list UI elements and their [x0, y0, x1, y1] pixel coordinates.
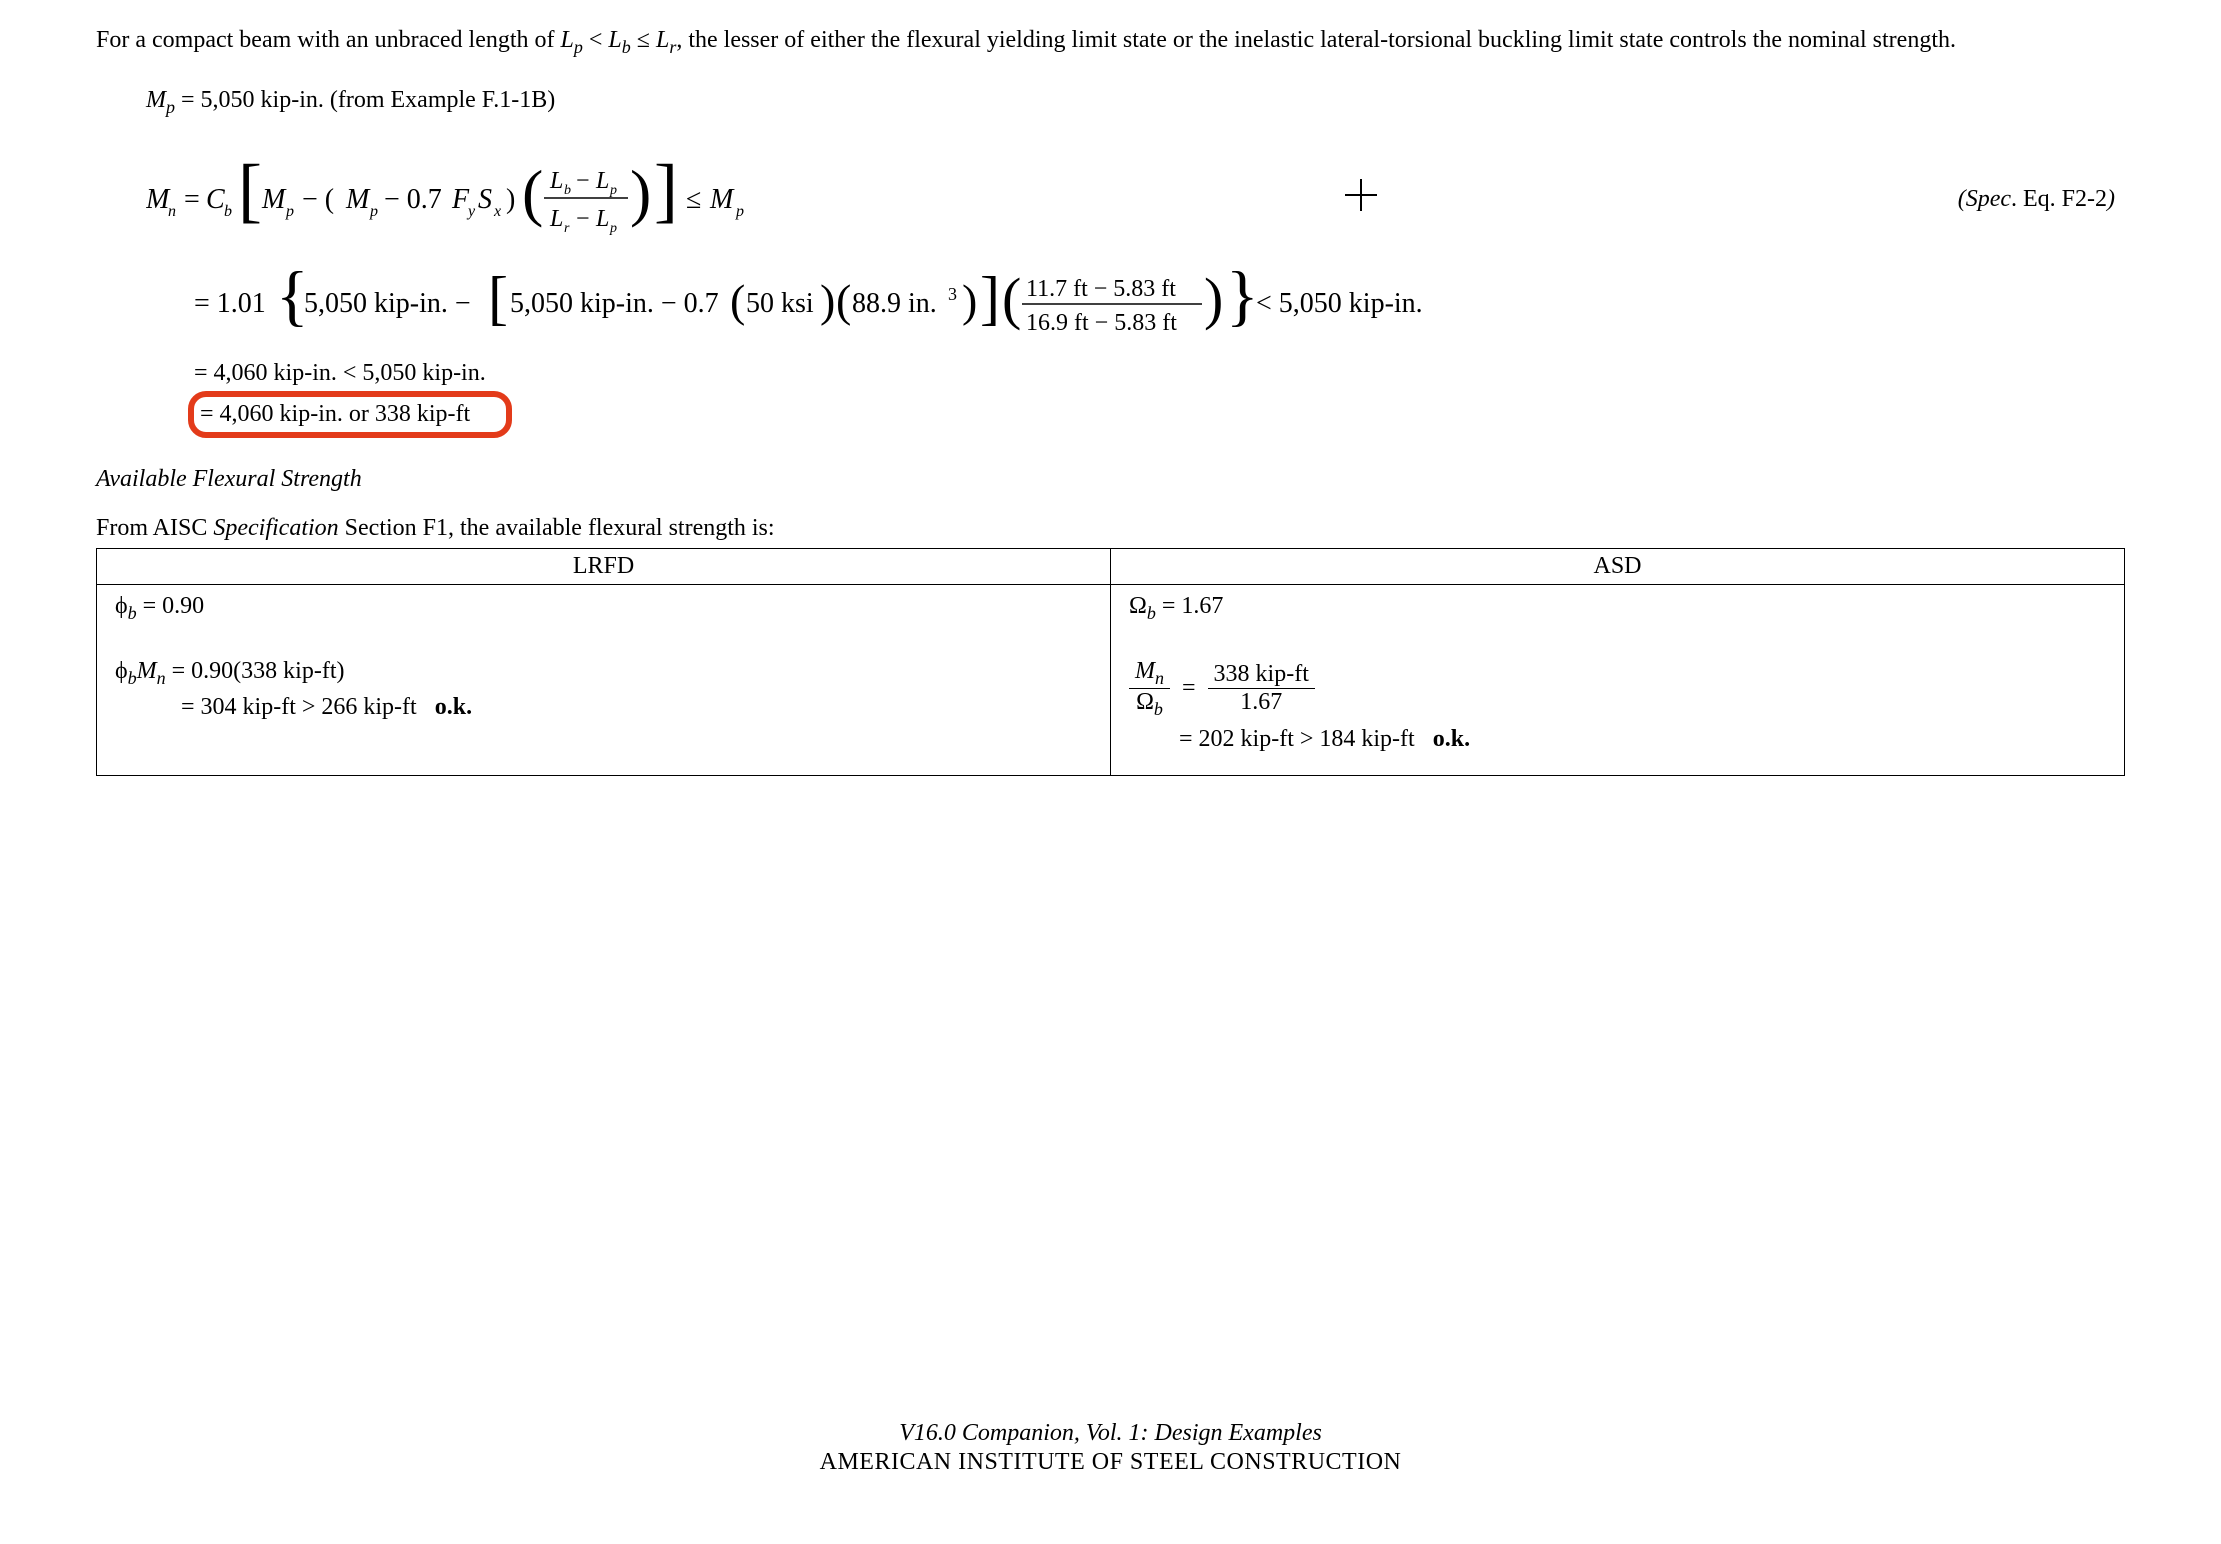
- footer-title-italic: V16.0 Companion, Vol. 1: Design Examples: [0, 1420, 2221, 1447]
- svg-text:= 1.01: = 1.01: [194, 288, 266, 319]
- svg-text:L: L: [595, 206, 609, 232]
- footer-publisher: AMERICAN INSTITUTE OF STEEL CONSTRUCTION: [0, 1449, 2221, 1476]
- available-strength-intro: From AISC Specification Section F1, the …: [96, 515, 2125, 542]
- svg-text:]: ]: [654, 150, 678, 230]
- cursor-crosshair-icon: [906, 175, 1815, 225]
- svg-text:16.9 ft − 5.83 ft: 16.9 ft − 5.83 ft: [1026, 310, 1177, 336]
- svg-text:M: M: [345, 184, 371, 215]
- equation-reference: (Spec. Eq. F2-2): [1815, 186, 2125, 213]
- svg-text:M: M: [709, 184, 735, 215]
- svg-text:x: x: [493, 203, 501, 220]
- svg-text:): ): [506, 184, 515, 215]
- svg-text:5,050 kip-in. −: 5,050 kip-in. −: [304, 288, 471, 319]
- asd-cell: Ωb = 1.67 Mn Ωb = 338 kip-ft 1.67 = 202 …: [1111, 584, 2125, 775]
- svg-text:L: L: [549, 206, 563, 232]
- svg-text:11.7 ft − 5.83 ft: 11.7 ft − 5.83 ft: [1026, 276, 1176, 302]
- svg-text:− (: − (: [302, 184, 334, 215]
- svg-text:[: [: [488, 265, 508, 331]
- svg-text:5,050 kip-in. − 0.7: 5,050 kip-in. − 0.7: [510, 288, 719, 319]
- final-result-highlight: = 4,060 kip-in. or 338 kip-ft: [188, 391, 512, 438]
- lrfd-cell: ϕb = 0.90 ϕbMn = 0.90(338 kip-ft) = 304 …: [97, 584, 1111, 775]
- svg-text:): ): [962, 275, 977, 326]
- svg-text:b: b: [224, 203, 232, 220]
- svg-text:r: r: [564, 221, 570, 236]
- svg-text:[: [: [238, 150, 262, 230]
- svg-text:88.9 in.: 88.9 in.: [852, 288, 937, 319]
- svg-text:L: L: [595, 168, 609, 194]
- svg-text:< 5,050 kip-in.: < 5,050 kip-in.: [1256, 288, 1423, 319]
- final-result-text: = 4,060 kip-in. or 338 kip-ft: [194, 401, 470, 427]
- svg-text:− 0.7: − 0.7: [384, 184, 442, 215]
- mn-formula-equation: M n = C b [ M p − ( M p − 0.7 F y S x ) …: [146, 150, 906, 250]
- svg-text:}: }: [1226, 260, 1259, 333]
- svg-text:=: =: [184, 184, 200, 215]
- svg-text:]: ]: [980, 265, 1000, 331]
- svg-text:n: n: [168, 203, 176, 220]
- svg-text:50 ksi: 50 ksi: [746, 288, 814, 319]
- section-heading-available-flexural-strength: Available Flexural Strength: [96, 466, 2125, 493]
- svg-text:−: −: [576, 168, 590, 194]
- svg-text:p: p: [735, 203, 744, 220]
- svg-text:S: S: [478, 184, 492, 215]
- svg-text:≤: ≤: [686, 184, 701, 215]
- svg-text:y: y: [466, 203, 476, 220]
- svg-text:L: L: [549, 168, 563, 194]
- svg-text:): ): [630, 157, 651, 228]
- svg-text:(: (: [836, 275, 851, 326]
- svg-text:): ): [1204, 266, 1223, 331]
- mp-value-line: Mp = 5,050 kip-in. (from Example F.1-1B): [146, 87, 2125, 118]
- svg-text:−: −: [576, 206, 590, 232]
- svg-text:3: 3: [948, 284, 957, 304]
- intro-paragraph: For a compact beam with an unbraced leng…: [96, 24, 2125, 59]
- svg-text:): ): [820, 275, 835, 326]
- svg-text:p: p: [369, 203, 378, 220]
- result-comparison-line: = 4,060 kip-in. < 5,050 kip-in.: [194, 360, 2125, 387]
- svg-text:(: (: [522, 157, 543, 228]
- table-header-lrfd: LRFD: [97, 548, 1111, 584]
- svg-text:(: (: [730, 275, 745, 326]
- svg-text:C: C: [206, 184, 225, 215]
- mn-numeric-substitution: = 1.01 { 5,050 kip-in. − [ 5,050 kip-in.…: [194, 260, 1544, 350]
- svg-text:p: p: [285, 203, 294, 220]
- svg-text:(: (: [1002, 266, 1021, 331]
- svg-text:p: p: [609, 183, 617, 198]
- svg-text:M: M: [261, 184, 287, 215]
- page-footer: V16.0 Companion, Vol. 1: Design Examples…: [0, 1420, 2221, 1476]
- table-header-asd: ASD: [1111, 548, 2125, 584]
- svg-text:p: p: [609, 221, 617, 236]
- svg-text:b: b: [564, 183, 571, 198]
- design-comparison-table: LRFD ASD ϕb = 0.90 ϕbMn = 0.90(338 kip-f…: [96, 548, 2125, 776]
